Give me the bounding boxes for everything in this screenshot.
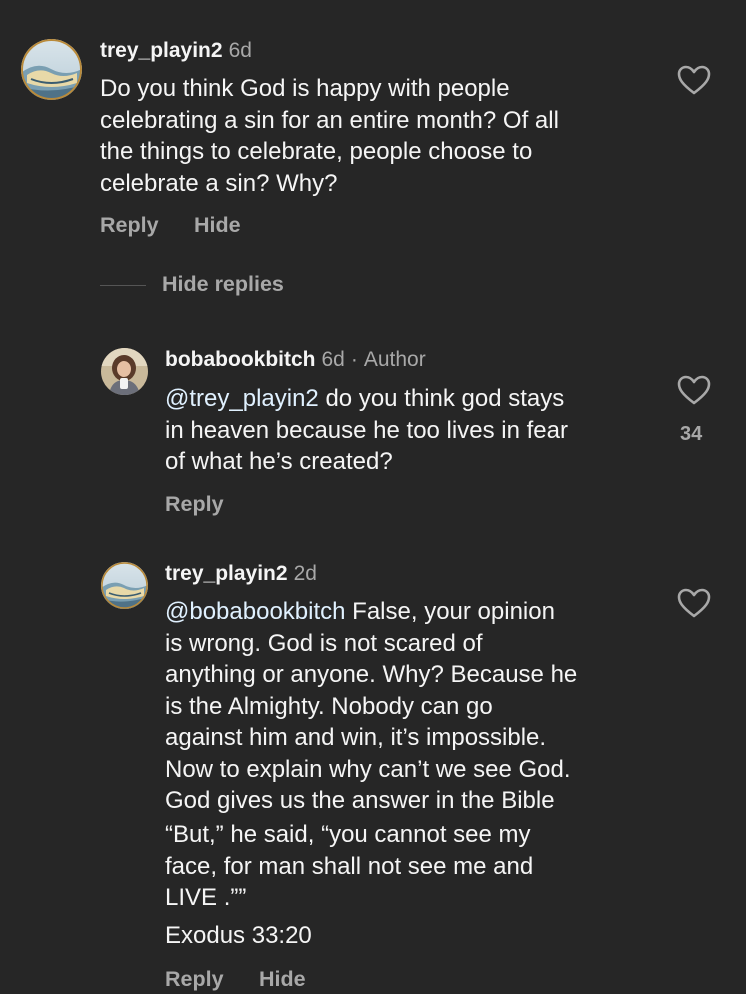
avatar[interactable] [101, 348, 148, 395]
separator-dot: · [350, 348, 358, 371]
comment-text: Do you think God is happy with people ce… [100, 75, 559, 197]
mention-link[interactable]: @trey_playin2 [165, 385, 319, 412]
avatar[interactable] [101, 562, 148, 609]
bible-reference: Exodus 33:20 [165, 922, 312, 949]
reply-button[interactable]: Reply [165, 967, 224, 992]
heart-outline-icon[interactable] [677, 588, 711, 618]
heart-outline-icon[interactable] [677, 65, 711, 95]
bible-quote: “But,” he said, “you cannot see my face,… [165, 821, 534, 911]
author-badge: Author [363, 348, 426, 371]
reply-button[interactable]: Reply [100, 213, 159, 238]
like-count[interactable]: 34 [680, 423, 702, 446]
username-text[interactable]: trey_playin2 [165, 562, 288, 585]
hide-button[interactable]: Hide [259, 967, 306, 992]
reply-username[interactable]: bobabookbitch 6d · Author [165, 348, 426, 372]
hide-replies-divider [100, 285, 146, 286]
comment-timestamp: 6d [228, 39, 252, 62]
reply-button[interactable]: Reply [165, 492, 224, 517]
heart-outline-icon[interactable] [677, 375, 711, 405]
username-text[interactable]: bobabookbitch [165, 348, 316, 371]
comment-username[interactable]: trey_playin2 6d [100, 39, 252, 63]
hide-replies-button[interactable]: Hide replies [162, 272, 284, 297]
reply-text: @bobabookbitch False, your opinion is wr… [165, 596, 665, 817]
reply-timestamp: 6d [321, 348, 345, 371]
reply-text: @trey_playin2 do you think god stays in … [165, 383, 665, 478]
reply-text-content: False, your opinion is wrong. God is not… [165, 598, 578, 814]
mention-link[interactable]: @bobabookbitch [165, 598, 346, 625]
avatar[interactable] [21, 39, 82, 100]
username-text[interactable]: trey_playin2 [100, 39, 223, 62]
reply-timestamp: 2d [293, 562, 317, 585]
hide-button[interactable]: Hide [194, 213, 241, 238]
reply-username[interactable]: trey_playin2 2d [165, 562, 317, 586]
